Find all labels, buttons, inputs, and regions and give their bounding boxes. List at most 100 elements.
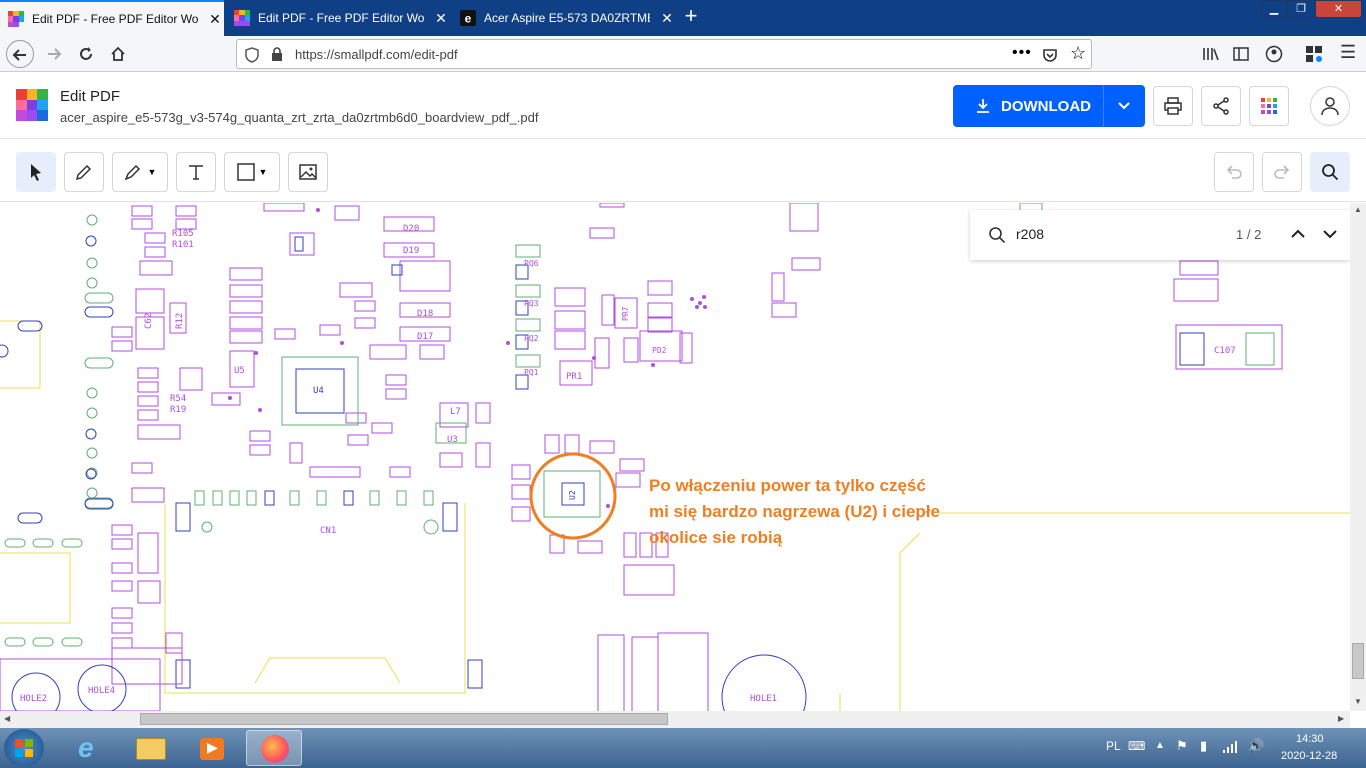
board-outline [899, 532, 921, 711]
file-explorer-taskbar-icon[interactable] [124, 730, 180, 766]
horizontal-scroll-thumb[interactable] [140, 713, 668, 725]
label-l7: L7 [450, 407, 461, 417]
reload-icon [80, 47, 92, 60]
url-bar[interactable]: https://smallpdf.com/edit-pdf ••• ☆ [236, 39, 1092, 69]
label-pq1: PQ1 [524, 368, 539, 377]
scroll-right-arrow-icon[interactable]: ▶ [1338, 714, 1344, 723]
battery-icon[interactable]: ▮ [1200, 738, 1207, 754]
download-label: DOWNLOAD [1001, 97, 1091, 115]
rectangle-icon [236, 163, 255, 181]
keyboard-icon[interactable]: ⌨ [1128, 739, 1145, 753]
label-r105: R105 [172, 229, 194, 239]
apps-button[interactable] [1249, 86, 1289, 126]
horizontal-scrollbar[interactable]: ◀ ▶ [0, 711, 1350, 728]
network-signal-icon[interactable] [1222, 738, 1240, 754]
label-r19: R19 [170, 405, 186, 415]
clock-date[interactable]: 2020-12-28 [1281, 750, 1337, 762]
annotation-text[interactable]: Po włączeniu power ta tylko część mi się… [649, 473, 979, 551]
label-u4: U4 [313, 386, 324, 396]
browser-tab-strip: Edit PDF - Free PDF Editor Work ✕ Edit P… [0, 0, 1366, 36]
label-c62: C62 [144, 313, 154, 329]
tab-acer-aspire[interactable]: e Acer Aspire E5-573 DA0ZRTMB6 ✕ [452, 0, 676, 36]
menu-icon[interactable]: ☰ [1340, 42, 1356, 63]
app-header: Edit PDF acer_aspire_e5-573g_v3-574g_qua… [0, 73, 1366, 139]
scroll-down-arrow-icon[interactable]: ▼ [1354, 697, 1362, 706]
shape-tool-button[interactable]: ▼ [224, 152, 280, 192]
back-button[interactable] [6, 40, 34, 68]
draw-tool-button[interactable] [64, 152, 104, 192]
board-outline [0, 552, 71, 624]
vertical-scrollbar[interactable]: ▲ ▼ [1350, 203, 1366, 711]
maximize-button[interactable]: ❐ [1287, 0, 1315, 18]
image-icon [299, 164, 317, 180]
tab-title: Edit PDF - Free PDF Editor Work [32, 12, 198, 26]
forward-button[interactable] [40, 40, 68, 68]
component-footprints [0, 203, 1283, 711]
scroll-up-arrow-icon[interactable]: ▲ [1354, 205, 1362, 214]
text-tool-button[interactable] [176, 152, 216, 192]
bookmark-star-icon[interactable]: ☆ [1070, 43, 1086, 64]
close-icon[interactable]: ✕ [208, 11, 222, 28]
print-button[interactable] [1153, 86, 1193, 126]
download-button[interactable]: DOWNLOAD [953, 85, 1145, 127]
media-player-taskbar-icon[interactable]: ▶ [184, 730, 240, 766]
search-input[interactable]: r208 [1016, 226, 1044, 242]
search-result-count: 1 / 2 [1236, 227, 1262, 242]
smallpdf-icon [8, 11, 24, 27]
chevron-up-icon[interactable] [1290, 228, 1306, 240]
tray-expand-icon[interactable]: ▲ [1155, 740, 1165, 751]
sidebar-icon[interactable] [1233, 46, 1249, 62]
search-tool-button[interactable] [1310, 152, 1350, 192]
firefox-taskbar-icon[interactable] [246, 730, 302, 766]
home-button[interactable] [104, 40, 132, 68]
close-icon[interactable]: ✕ [434, 10, 448, 27]
chevron-down-icon[interactable] [1322, 228, 1338, 240]
smallpdf-logo-icon [16, 89, 48, 121]
profile-button[interactable] [1310, 86, 1350, 126]
new-tab-button[interactable]: + [680, 5, 702, 29]
label-c107: C107 [1214, 346, 1236, 356]
vertical-scroll-thumb[interactable] [1352, 643, 1364, 679]
search-icon [989, 227, 1006, 244]
app-title: Edit PDF [60, 88, 121, 105]
internet-explorer-taskbar-icon[interactable]: e [62, 730, 118, 766]
account-icon[interactable] [1265, 45, 1283, 63]
select-tool-button[interactable] [16, 152, 56, 192]
label-u2: U2 [568, 490, 577, 500]
undo-button[interactable] [1214, 152, 1254, 192]
library-icon[interactable] [1202, 46, 1220, 62]
share-icon [1213, 97, 1229, 115]
start-button[interactable] [4, 729, 44, 767]
url-text: https://smallpdf.com/edit-pdf [295, 47, 458, 62]
label-r12: R12 [175, 313, 185, 329]
cursor-arrow-icon [31, 164, 41, 181]
highlight-tool-button[interactable]: ▼ [112, 152, 168, 192]
label-pr7: PR7 [621, 306, 630, 321]
close-window-button[interactable]: ✕ [1315, 0, 1362, 18]
label-d20: D20 [403, 224, 419, 234]
chevron-down-icon[interactable] [1117, 100, 1131, 112]
redo-button[interactable] [1262, 152, 1302, 192]
scroll-left-arrow-icon[interactable]: ◀ [4, 714, 10, 723]
pocket-icon[interactable] [1042, 47, 1058, 63]
reload-button[interactable] [72, 40, 100, 68]
action-center-flag-icon[interactable]: ⚑ [1176, 738, 1188, 754]
tab-edit-pdf-1[interactable]: Edit PDF - Free PDF Editor Work ✕ [0, 0, 224, 36]
pdf-canvas[interactable]: CN1 U4 U2 U3 U5 C107 C62 R12 HOLE1 HOLE2… [0, 203, 1350, 711]
language-indicator[interactable]: PL [1106, 739, 1121, 753]
clock-time[interactable]: 14:30 [1296, 733, 1324, 745]
minimize-button[interactable]: ▁ [1261, 0, 1287, 18]
highlighter-icon [124, 164, 140, 181]
forward-arrow-icon [48, 48, 62, 60]
tab-title: Edit PDF - Free PDF Editor Work [258, 11, 424, 25]
extensions-icon[interactable] [1305, 45, 1323, 63]
home-icon [111, 46, 125, 61]
page-actions-icon[interactable]: ••• [1012, 44, 1032, 62]
board-labels: CN1 U4 U2 U3 U5 C107 C62 R12 HOLE1 HOLE2… [20, 224, 1236, 704]
tab-edit-pdf-2[interactable]: Edit PDF - Free PDF Editor Work ✕ [226, 0, 450, 36]
close-icon[interactable]: ✕ [660, 10, 674, 27]
file-name[interactable]: acer_aspire_e5-573g_v3-574g_quanta_zrt_z… [60, 110, 538, 125]
share-button[interactable] [1201, 86, 1241, 126]
volume-icon[interactable]: 🔊 [1248, 738, 1264, 754]
image-tool-button[interactable] [288, 152, 328, 192]
